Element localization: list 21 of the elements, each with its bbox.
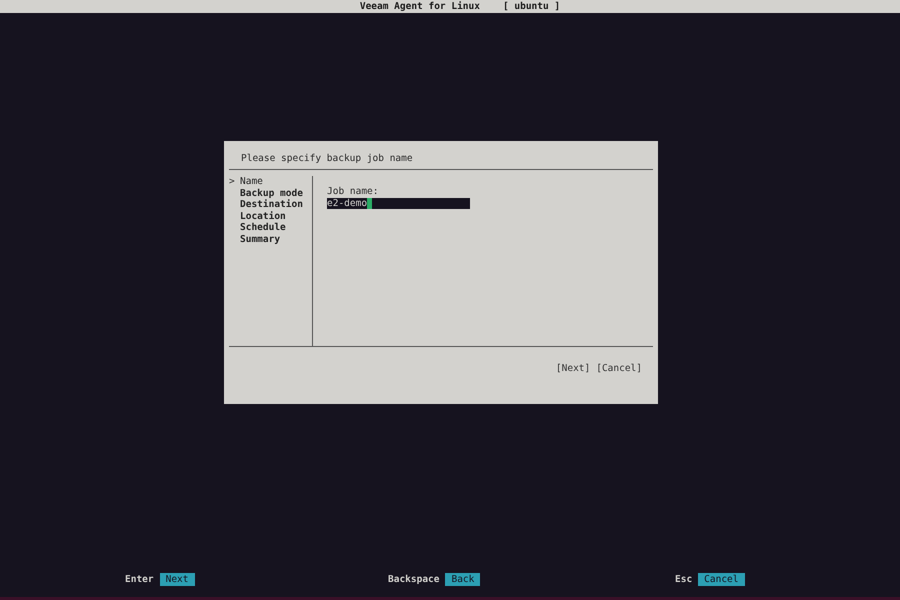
app-title: Veeam Agent for Linux bbox=[360, 1, 480, 12]
action-button[interactable]: Back bbox=[445, 573, 480, 586]
step-cursor: > bbox=[229, 176, 235, 187]
field-label: Job name: bbox=[327, 186, 380, 197]
dialog-heading: Please specify backup job name bbox=[241, 153, 413, 164]
next-button[interactable]: [Next] bbox=[556, 363, 590, 374]
action-button[interactable]: Cancel bbox=[698, 573, 744, 586]
wizard-step[interactable]: Destination bbox=[240, 199, 303, 210]
key-label: Esc bbox=[675, 574, 692, 585]
job-name-field[interactable]: e2-demo bbox=[327, 198, 470, 209]
action-button[interactable]: Next bbox=[160, 573, 194, 586]
wizard-step[interactable]: Schedule bbox=[240, 222, 286, 234]
key-label: Enter bbox=[125, 574, 154, 585]
wizard-step[interactable]: Location bbox=[240, 210, 286, 222]
text-cursor-icon bbox=[367, 198, 372, 209]
cancel-button[interactable]: [Cancel] bbox=[596, 363, 642, 374]
wizard-step[interactable]: Backup mode bbox=[240, 188, 303, 199]
wizard-step[interactable]: Summary bbox=[240, 234, 280, 245]
key-label: Backspace bbox=[388, 574, 440, 585]
host-name: [ ubuntu ] bbox=[502, 1, 560, 12]
wizard-step[interactable]: Name bbox=[240, 176, 263, 188]
